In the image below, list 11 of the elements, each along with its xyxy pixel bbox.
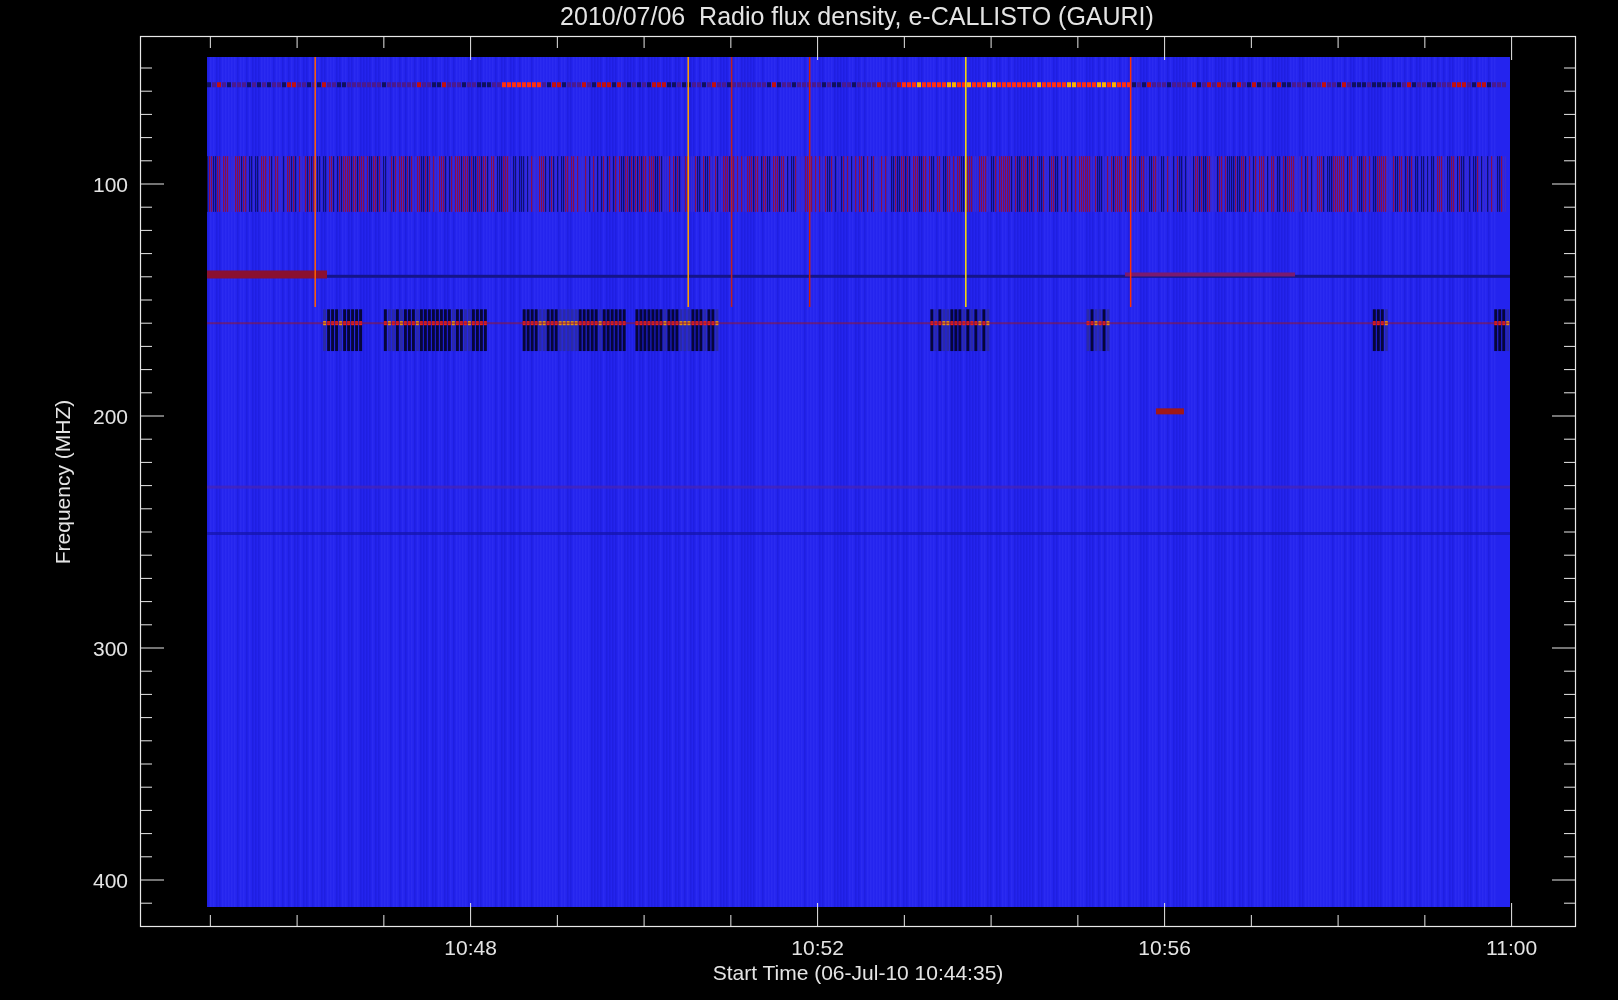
tick-label: 10:48 bbox=[444, 936, 497, 959]
tick-label: 10:52 bbox=[791, 936, 844, 959]
tick-label: 100 bbox=[92, 173, 128, 196]
tick-label: 400 bbox=[92, 869, 128, 892]
plot-title: 2010/07/06 Radio flux density, e-CALLISTO (GAURI) bbox=[560, 2, 1154, 30]
tick-label: 10:56 bbox=[1138, 936, 1191, 959]
axis-label: Start Time (06-Jul-10 10:44:35) bbox=[712, 961, 1004, 984]
tick-label: 11:00 bbox=[1486, 936, 1538, 959]
axis-label: Frequency (MHZ) bbox=[51, 399, 74, 565]
tick-label: 300 bbox=[92, 637, 128, 660]
tick-label: 200 bbox=[92, 405, 128, 428]
